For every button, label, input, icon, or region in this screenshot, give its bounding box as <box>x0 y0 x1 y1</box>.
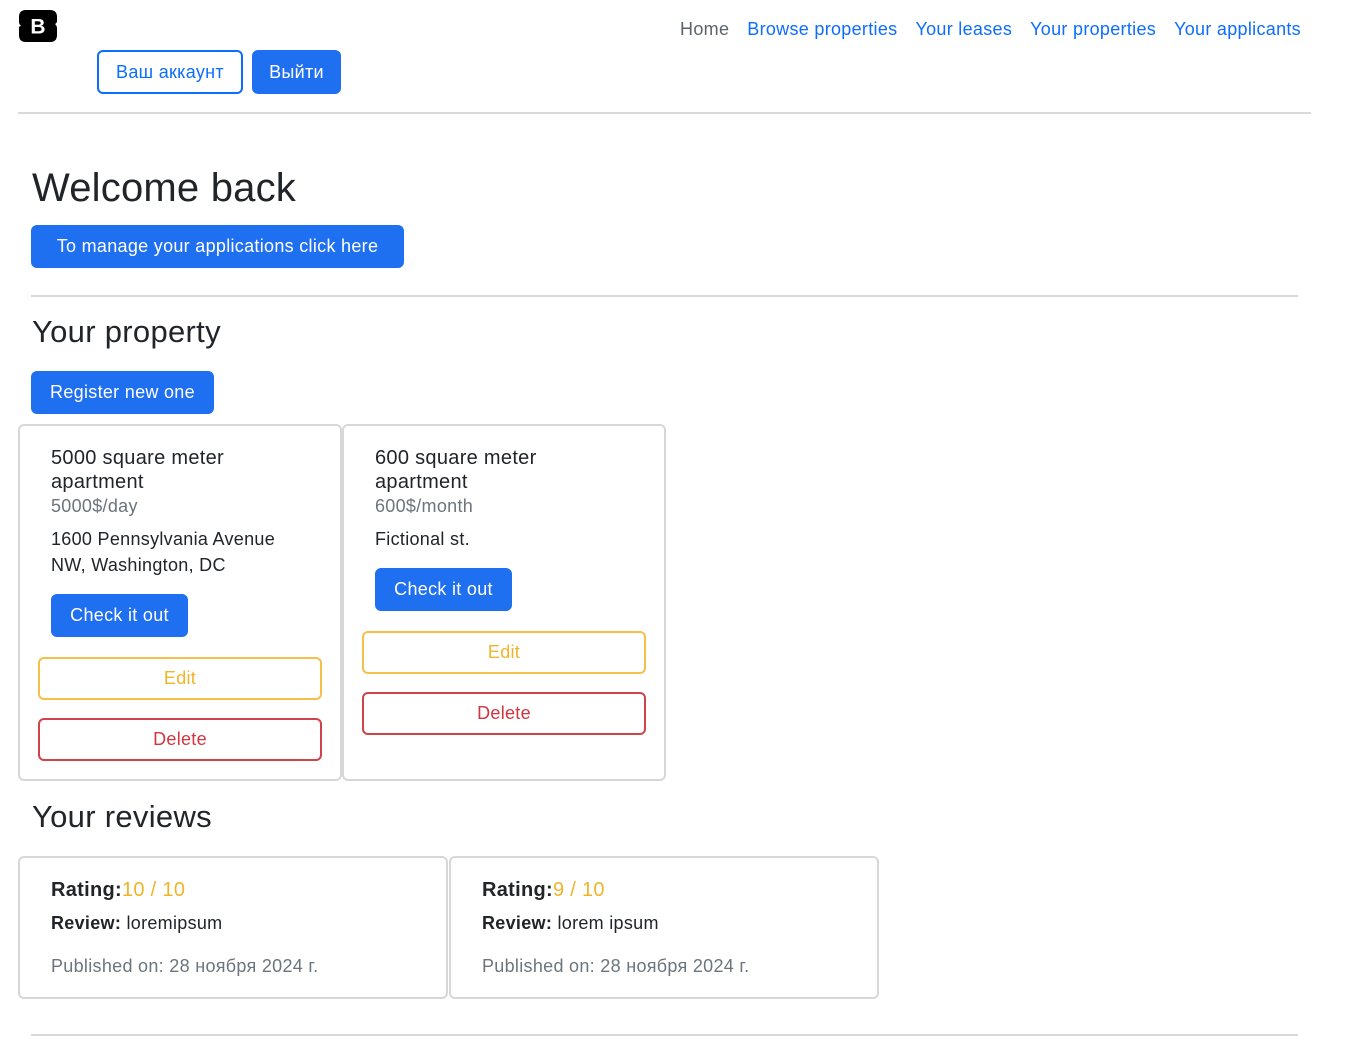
edit-button[interactable]: Edit <box>362 631 646 674</box>
edit-button[interactable]: Edit <box>38 657 322 700</box>
property-card: 5000 square meter apartment 5000$/day 16… <box>18 424 342 781</box>
check-it-out-button[interactable]: Check it out <box>51 594 188 637</box>
review-rating: Rating:9 / 10 <box>482 878 749 902</box>
nav-your-leases[interactable]: Your leases <box>906 18 1021 40</box>
header-divider <box>18 112 1311 114</box>
svg-text:B: B <box>30 16 45 39</box>
register-property-button[interactable]: Register new one <box>31 371 214 414</box>
manage-applications-button[interactable]: To manage your applications click here <box>31 225 404 268</box>
review-published-date: Published on: 28 ноября 2024 г. <box>482 956 750 976</box>
top-nav: Home Browse properties Your leases Your … <box>671 18 1310 40</box>
delete-button[interactable]: Delete <box>362 692 646 735</box>
reviews-section-title: Your reviews <box>32 799 212 834</box>
review-card: Rating:10 / 10 Review: loremipsum Publis… <box>18 856 448 999</box>
review-body: lorem ipsum <box>557 913 659 933</box>
section-divider <box>31 295 1298 297</box>
page-title: Welcome back <box>32 166 296 210</box>
property-title: 5000 square meter apartment <box>51 447 224 493</box>
nav-your-properties[interactable]: Your properties <box>1021 18 1165 40</box>
rating-label: Rating: <box>482 879 553 901</box>
rating-label: Rating: <box>51 879 122 901</box>
review-label: Review: <box>51 913 122 933</box>
review-card: Rating:9 / 10 Review: lorem ipsum Publis… <box>449 856 879 999</box>
account-button[interactable]: Ваш аккаунт <box>97 50 243 94</box>
review-label: Review: <box>482 913 553 933</box>
property-address: 1600 Pennsylvania Avenue NW, Washington,… <box>51 529 276 575</box>
property-section-title: Your property <box>32 314 221 349</box>
property-price: 5000$/day <box>51 496 138 516</box>
property-price: 600$/month <box>375 496 474 516</box>
rating-score: 9 / 10 <box>552 879 605 901</box>
review-body: loremipsum <box>126 913 223 933</box>
footer-divider <box>31 1034 1298 1036</box>
review-text: Review: loremipsum <box>51 911 318 935</box>
nav-your-applicants[interactable]: Your applicants <box>1165 18 1310 40</box>
property-title: 600 square meter apartment <box>375 447 537 493</box>
delete-button[interactable]: Delete <box>38 718 322 761</box>
review-text: Review: lorem ipsum <box>482 911 749 935</box>
property-card: 600 square meter apartment 600$/month Fi… <box>342 424 666 781</box>
review-rating: Rating:10 / 10 <box>51 878 318 902</box>
bootstrap-logo-icon[interactable]: B <box>18 9 58 43</box>
review-published-date: Published on: 28 ноября 2024 г. <box>51 956 319 976</box>
rating-score: 10 / 10 <box>121 879 186 901</box>
nav-home[interactable]: Home <box>671 18 738 40</box>
check-it-out-button[interactable]: Check it out <box>375 568 512 611</box>
property-address: Fictional st. <box>375 529 470 549</box>
logout-button[interactable]: Выйти <box>252 50 341 94</box>
nav-browse-properties[interactable]: Browse properties <box>738 18 906 40</box>
